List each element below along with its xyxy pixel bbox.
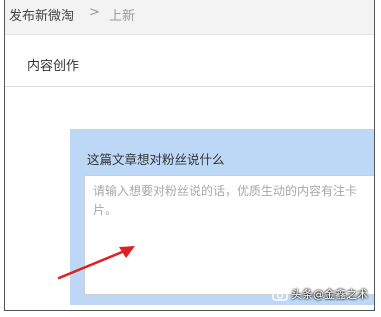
post-panel-label: 这篇文章想对粉丝说什么 bbox=[87, 152, 225, 167]
section-title: 内容创作 bbox=[27, 59, 80, 74]
breadcrumb-current: 上新 bbox=[109, 9, 136, 24]
top-bar: 发布新微淘 > 上新 bbox=[5, 0, 374, 35]
page-frame: 发布新微淘 > 上新 内容创作 这篇文章想对粉丝说什么 请输入想要对粉丝说的话，… bbox=[4, 0, 375, 311]
divider bbox=[5, 86, 374, 87]
annotation-arrow-icon bbox=[57, 246, 135, 280]
breadcrumb-parent[interactable]: 发布新微淘 bbox=[9, 5, 74, 24]
watermark-text: 头条@金鑫之术 bbox=[291, 288, 368, 301]
camera-icon bbox=[272, 288, 288, 301]
watermark: 头条@金鑫之术 bbox=[272, 284, 368, 304]
breadcrumb-separator: > bbox=[89, 5, 100, 20]
